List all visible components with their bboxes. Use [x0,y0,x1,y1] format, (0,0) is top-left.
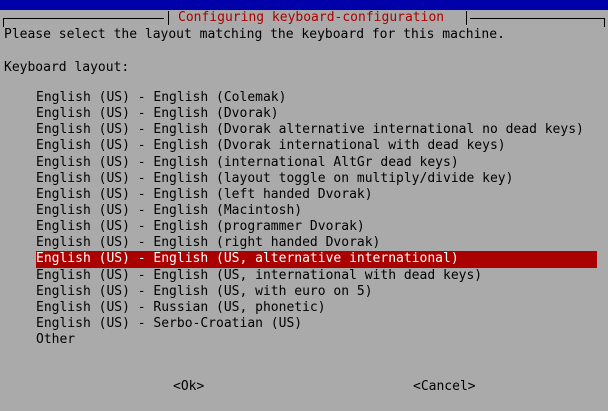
configuration-dialog: Configuring keyboard-configuration Pleas… [0,10,608,411]
layout-item[interactable]: English (US) - Russian (US, phonetic) [0,300,608,316]
layout-item[interactable]: English (US) - English (US, internationa… [0,268,608,284]
title-border-right [470,18,605,27]
layout-item[interactable]: English (US) - English (US, with euro on… [0,284,608,300]
layout-item[interactable]: English (US) - English (Colemak) [0,90,608,106]
keyboard-layout-label: Keyboard layout: [4,60,130,75]
title-border-left [3,18,164,27]
layout-item[interactable]: English (US) - English (left handed Dvor… [0,187,608,203]
title-bracket-right [466,11,467,25]
layout-item[interactable]: English (US) - English (Dvorak internati… [0,138,608,154]
layout-item[interactable]: English (US) - English (programmer Dvora… [0,219,608,235]
cancel-button[interactable]: <Cancel> [413,379,476,395]
layout-item[interactable]: English (US) - English (Dvorak) [0,106,608,122]
screen-background [0,0,608,10]
layout-item[interactable]: English (US) - English (layout toggle on… [0,171,608,187]
dialog-title: Configuring keyboard-configuration [178,10,445,25]
layout-item-selected[interactable]: English (US) - English (US, alternative … [36,251,597,268]
layout-item[interactable]: English (US) - Serbo-Croatian (US) [0,316,608,332]
layout-item[interactable]: English (US) - English (right handed Dvo… [0,235,608,251]
keyboard-layout-list: English (US) - English (Colemak) English … [0,90,608,348]
ok-button[interactable]: <Ok> [173,379,204,395]
dialog-description: Please select the layout matching the ke… [4,27,505,42]
dialog-title-bar: Configuring keyboard-configuration [0,10,608,27]
layout-item[interactable]: Other [0,332,608,348]
layout-item[interactable]: English (US) - English (international Al… [0,155,608,171]
title-bracket-left [168,11,169,25]
layout-item[interactable]: English (US) - English (Dvorak alternati… [0,122,608,138]
layout-item[interactable]: English (US) - English (Macintosh) [0,203,608,219]
